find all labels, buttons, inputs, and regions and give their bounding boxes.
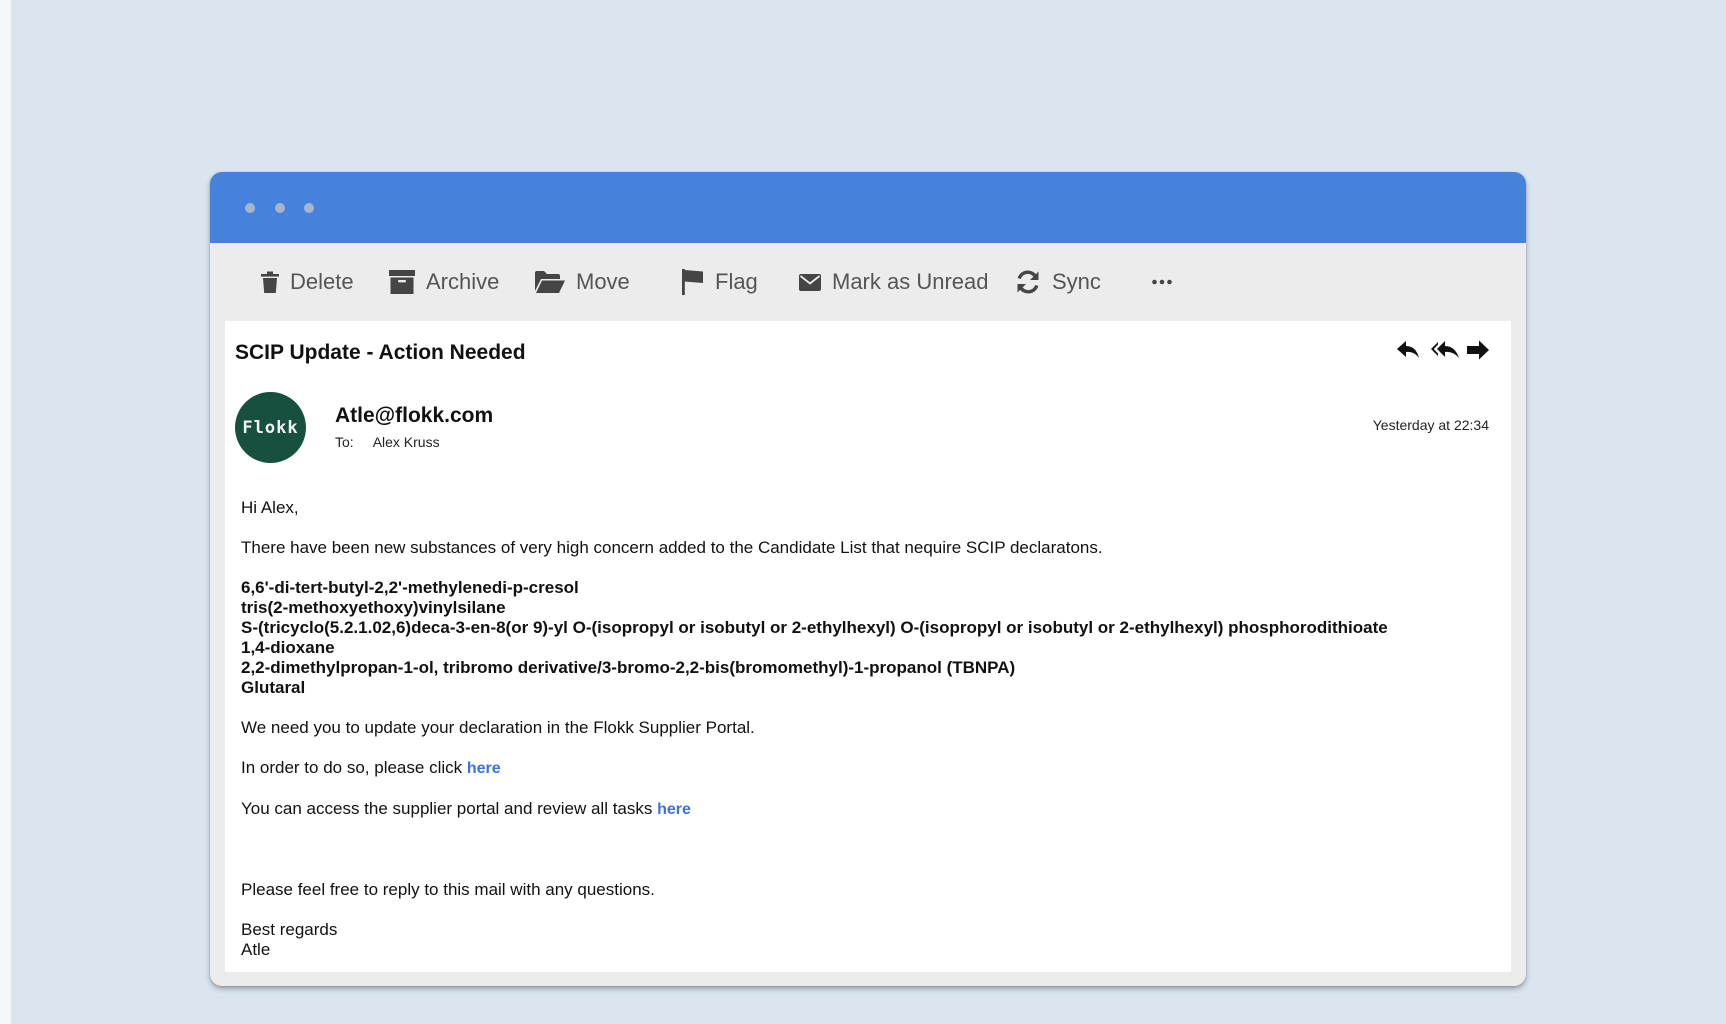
toolbar: Delete Archive Move Flag Mark as Unread: [210, 243, 1526, 321]
portal-link[interactable]: here: [657, 801, 691, 818]
forward-icon[interactable]: [1467, 340, 1489, 365]
mark-unread-button[interactable]: Mark as Unread: [799, 243, 989, 321]
update-link[interactable]: here: [467, 760, 501, 777]
email-body: Hi Alex, There have been new substances …: [241, 498, 1491, 960]
questions-paragraph: Please feel free to reply to this mail w…: [241, 880, 655, 899]
sender-address: Atle@flokk.com: [335, 404, 494, 427]
flag-button[interactable]: Flag: [682, 243, 758, 321]
intro-paragraph: There have been new substances of very h…: [241, 538, 1103, 557]
substance-item: 1,4-dioxane: [241, 638, 335, 657]
archive-label: Archive: [426, 269, 500, 294]
window-titlebar: [210, 172, 1526, 243]
greeting: Hi Alex,: [241, 498, 299, 517]
click-text: In order to do so, please click: [241, 758, 467, 777]
delete-label: Delete: [290, 269, 354, 294]
closing: Best regards: [241, 920, 338, 939]
sync-button[interactable]: Sync: [1015, 243, 1101, 321]
more-button[interactable]: [1152, 243, 1172, 321]
email-subject: SCIP Update - Action Needed: [235, 341, 526, 364]
substance-list: 6,6'-di-tert-butyl-2,2'-methylenedi-p-cr…: [241, 578, 1491, 698]
archive-button[interactable]: Archive: [389, 243, 499, 321]
mail-window: Delete Archive Move Flag Mark as Unread: [210, 172, 1526, 986]
flag-label: Flag: [715, 269, 758, 294]
flag-icon: [682, 269, 704, 295]
envelope-icon: [799, 273, 821, 291]
recipient-name: Alex Kruss: [372, 434, 440, 450]
reply-all-icon[interactable]: [1431, 340, 1459, 365]
move-label: Move: [576, 269, 630, 294]
window-close-dot[interactable]: [245, 203, 255, 213]
recipient-line: To: Alex Kruss: [335, 434, 440, 450]
click-paragraph: In order to do so, please click here: [241, 758, 1491, 779]
substance-item: Glutaral: [241, 678, 306, 697]
sync-label: Sync: [1052, 269, 1101, 294]
portal-paragraph: You can access the supplier portal and r…: [241, 799, 1491, 820]
archive-box-icon: [389, 270, 415, 294]
avatar-logo-text: Flokk: [242, 417, 299, 438]
move-button[interactable]: Move: [535, 243, 630, 321]
substance-item: S-(tricyclo(5.2.1.02,6)deca-3-en-8(or 9)…: [241, 618, 1388, 637]
more-icon: [1152, 279, 1172, 285]
portal-text: You can access the supplier portal and r…: [241, 799, 658, 818]
message-actions: [1397, 340, 1489, 365]
update-paragraph: We need you to update your declaration i…: [241, 718, 755, 737]
substance-item: 6,6'-di-tert-butyl-2,2'-methylenedi-p-cr…: [241, 578, 579, 597]
signature: Atle: [241, 940, 271, 959]
reply-icon[interactable]: [1397, 340, 1419, 365]
folder-open-icon: [535, 271, 565, 293]
email-date: Yesterday at 22:34: [1372, 417, 1489, 433]
substance-item: tris(2-methoxyethoxy)vinylsilane: [241, 598, 506, 617]
delete-button[interactable]: Delete: [261, 243, 354, 321]
blank-spacer: [241, 840, 1491, 880]
message-pane: SCIP Update - Action Needed Flokk Atle@f…: [225, 321, 1511, 972]
window-minimize-dot[interactable]: [275, 203, 285, 213]
substance-item: 2,2-dimethylpropan-1-ol, tribromo deriva…: [241, 658, 1016, 677]
left-edge-strip: [0, 0, 11, 1024]
window-zoom-dot[interactable]: [304, 203, 314, 213]
sync-icon: [1015, 269, 1041, 295]
trash-icon: [261, 271, 279, 293]
sender-avatar: Flokk: [235, 392, 306, 463]
to-label: To:: [335, 434, 354, 450]
mark-unread-label: Mark as Unread: [832, 269, 989, 294]
